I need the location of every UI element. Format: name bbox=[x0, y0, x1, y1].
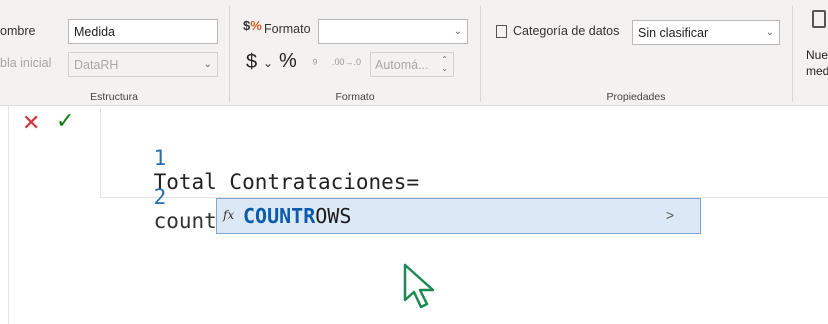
editor-line: 2 countr bbox=[103, 161, 232, 257]
format-label: Formato bbox=[264, 22, 311, 36]
comma-style-button[interactable]: ⁹ bbox=[312, 55, 318, 71]
name-input-value: Medida bbox=[74, 25, 115, 39]
decimal-places-spinner[interactable]: Automá... ⌃ ⌄ bbox=[370, 52, 454, 77]
chevron-down-icon: ⌄ bbox=[765, 27, 774, 38]
autocomplete-match: COUNTR bbox=[243, 204, 316, 228]
group-separator bbox=[480, 6, 481, 102]
group-label-properties: Propiedades bbox=[606, 91, 666, 103]
autocomplete-item-countrows[interactable]: fx COUNTROWS > bbox=[216, 198, 701, 234]
new-measure-label-line2: med bbox=[806, 64, 828, 78]
home-table-select[interactable]: DataRH ⌄ bbox=[68, 52, 218, 77]
group-separator bbox=[229, 6, 230, 102]
decrease-decimal-button[interactable]: .00→.0 bbox=[332, 57, 361, 67]
panel-border bbox=[8, 106, 9, 324]
data-category-value: Sin clasificar bbox=[638, 26, 709, 40]
line-number: 2 bbox=[153, 185, 167, 209]
cursor-arrow-icon bbox=[403, 263, 435, 309]
cancel-formula-button[interactable]: ✕ bbox=[22, 112, 40, 134]
home-table-label: bla inicial bbox=[0, 56, 52, 70]
decimal-places-value: Automá... bbox=[375, 58, 429, 72]
calculator-icon bbox=[812, 10, 826, 28]
commit-formula-button[interactable]: ✓ bbox=[56, 110, 74, 132]
chevron-down-icon: ⌄ bbox=[453, 26, 462, 37]
currency-button[interactable]: $ bbox=[246, 51, 257, 74]
group-separator bbox=[792, 6, 793, 102]
function-icon: fx bbox=[223, 208, 235, 222]
spinner-arrows-icon: ⌃ ⌄ bbox=[441, 55, 448, 73]
percent-button[interactable]: % bbox=[279, 50, 297, 73]
data-category-label: Categoría de datos bbox=[513, 24, 620, 38]
group-label-structure: Estructura bbox=[90, 91, 138, 103]
new-measure-label-line1: Nue bbox=[806, 48, 828, 62]
autocomplete-item-label: COUNTROWS bbox=[243, 204, 351, 228]
dax-editor[interactable]: 1 Total Contrataciones= 2 countr bbox=[100, 108, 828, 233]
format-select[interactable]: ⌄ bbox=[318, 19, 468, 44]
currency-dropdown-button[interactable]: ⌄ bbox=[263, 56, 273, 70]
chevron-right-icon: > bbox=[665, 207, 674, 223]
home-table-value: DataRH bbox=[74, 58, 119, 72]
format-icon: $% bbox=[243, 18, 262, 33]
autocomplete-rest: OWS bbox=[315, 204, 352, 228]
new-measure-button[interactable]: Nue med bbox=[806, 4, 828, 78]
data-category-icon bbox=[496, 25, 507, 38]
name-input[interactable]: Medida bbox=[68, 19, 218, 44]
chevron-down-icon: ⌄ bbox=[203, 59, 212, 70]
name-label: ombre bbox=[0, 24, 36, 38]
ribbon: ombre Medida bla inicial DataRH ⌄ Estruc… bbox=[0, 0, 828, 120]
group-label-format: Formato bbox=[335, 91, 375, 103]
data-category-select[interactable]: Sin clasificar ⌄ bbox=[632, 20, 780, 45]
